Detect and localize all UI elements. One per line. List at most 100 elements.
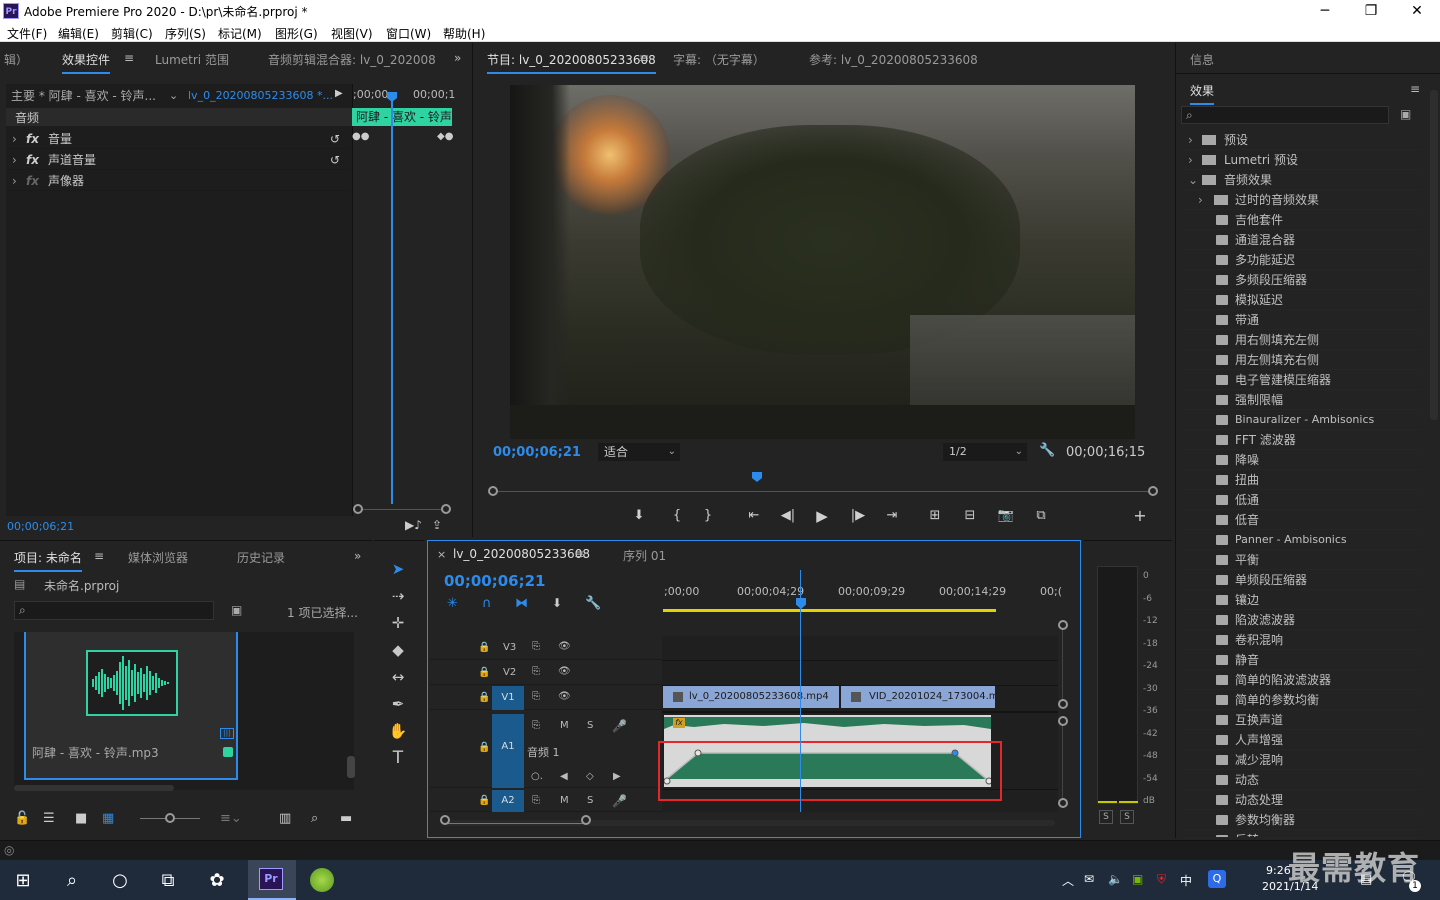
wechat-tray-icon[interactable]: ✉ <box>1084 872 1094 886</box>
track-label[interactable]: A1 <box>492 714 524 788</box>
effect-item[interactable]: 动态 <box>1182 770 1420 790</box>
tab-captions[interactable]: 字幕: （无字幕） <box>673 51 765 68</box>
qq-tray-icon[interactable]: Q <box>1208 870 1226 888</box>
effect-item[interactable]: 电子管建模压缩器 <box>1182 370 1420 390</box>
vscroll-handle[interactable] <box>1058 620 1068 630</box>
tab-lumetri-scopes[interactable]: Lumetri 范围 <box>155 51 229 68</box>
ec-zoom-handle-left[interactable] <box>353 504 363 514</box>
tab-media-browser[interactable]: 媒体浏览器 <box>128 549 188 566</box>
icon-view-icon[interactable]: ■ <box>75 811 87 826</box>
nest-icon[interactable]: ✳ <box>447 596 458 611</box>
project-item-card[interactable]: ||| 阿肆 - 喜欢 - 铃声.mp3 <box>24 632 238 780</box>
step-back-icon[interactable]: ◀| <box>777 506 799 526</box>
chevron-down-icon[interactable]: ⌄ <box>169 86 178 106</box>
maximize-button[interactable]: ❐ <box>1348 0 1394 22</box>
minimize-button[interactable]: ─ <box>1302 0 1348 22</box>
effect-item[interactable]: 扭曲 <box>1182 470 1420 490</box>
scrubber-handle-right[interactable] <box>1148 486 1158 496</box>
effect-item[interactable]: 多频段压缩器 <box>1182 270 1420 290</box>
compare-view-icon[interactable]: ⧉ <box>1030 506 1052 526</box>
effect-item[interactable]: 带通 <box>1182 310 1420 330</box>
effect-row-panner[interactable]: › fx 声像器 <box>8 171 348 191</box>
mark-in-icon[interactable]: { <box>666 506 688 526</box>
vscroll-handle[interactable] <box>1058 699 1068 709</box>
effect-item[interactable]: 多功能延迟 <box>1182 250 1420 270</box>
effect-item[interactable]: FFT 滤波器 <box>1182 430 1420 450</box>
new-bin-icon[interactable]: ▬ <box>340 811 352 826</box>
ec-timecode[interactable]: 00;00;06;21 <box>7 520 74 533</box>
effect-item[interactable]: 低通 <box>1182 490 1420 510</box>
snap-icon[interactable]: ∩ <box>482 596 492 611</box>
fx-badge-icon[interactable]: fx <box>673 718 685 728</box>
new-bin-icon[interactable]: ▣ <box>1400 107 1411 121</box>
keyframe-nav-icon[interactable]: ◆● <box>437 131 453 142</box>
wrench-icon[interactable]: 🔧 <box>1039 443 1055 458</box>
tray-expand-icon[interactable]: ︿ <box>1062 872 1074 889</box>
eye-icon[interactable]: 👁 <box>558 691 571 702</box>
sync-lock-icon[interactable]: ⎘ <box>532 641 540 652</box>
effects-tree-presets[interactable]: › 预设 <box>1182 130 1420 150</box>
work-area-bar[interactable] <box>663 609 996 612</box>
panel-menu-icon[interactable]: ≡ <box>1410 82 1420 96</box>
automate-icon[interactable]: ▥ <box>279 811 291 826</box>
hscroll-thumb[interactable] <box>445 823 585 824</box>
lift-icon[interactable]: ⊞ <box>924 506 946 526</box>
show-desktop-icon[interactable]: ▤ <box>1360 872 1372 887</box>
effect-item[interactable]: 反转 <box>1182 830 1420 838</box>
mute-button[interactable]: M <box>560 795 569 806</box>
clock-time[interactable]: 9:26 <box>1266 864 1291 877</box>
project-hscroll[interactable] <box>14 785 174 791</box>
extract-icon[interactable]: ⊟ <box>959 506 981 526</box>
effect-item[interactable]: 静音 <box>1182 650 1420 670</box>
menu-edit[interactable]: 编辑(E) <box>58 25 99 42</box>
menu-graphics[interactable]: 图形(G) <box>275 25 318 42</box>
hscroll-handle[interactable] <box>440 815 450 825</box>
freeform-view-icon[interactable]: ▦ <box>102 811 114 826</box>
sync-lock-icon[interactable]: ⎘ <box>532 666 540 677</box>
eye-icon[interactable]: 👁 <box>558 641 571 652</box>
button-editor-icon[interactable]: + <box>1129 506 1151 526</box>
project-search-input[interactable]: ⌕ <box>14 601 214 620</box>
go-to-in-icon[interactable]: ⇤ <box>743 506 765 526</box>
render-status-icon[interactable]: ◎ <box>4 843 14 857</box>
reset-icon[interactable]: ↺ <box>330 129 340 149</box>
effect-item[interactable]: 吉他套件 <box>1182 210 1420 230</box>
effect-item[interactable]: 平衡 <box>1182 550 1420 570</box>
tab-project[interactable]: 项目: 未命名 <box>14 549 82 572</box>
effects-tree-lumetri[interactable]: › Lumetri 预设 <box>1182 150 1420 170</box>
eye-icon[interactable]: 👁 <box>558 666 571 677</box>
razor-tool-icon[interactable]: ◆ <box>386 638 410 662</box>
effect-item[interactable]: 减少混响 <box>1182 750 1420 770</box>
export-icon[interactable]: ⇪ <box>432 518 442 532</box>
volume-icon[interactable]: 🔈 <box>1108 872 1123 886</box>
tab-sequence-active[interactable]: lv_0_20200805233608 <box>453 547 590 561</box>
lock-icon[interactable]: 🔒 <box>478 742 490 753</box>
menu-sequence[interactable]: 序列(S) <box>165 25 206 42</box>
hand-tool-icon[interactable]: ✋ <box>386 719 410 743</box>
close-tab-icon[interactable]: × <box>437 548 446 561</box>
vscroll-handle[interactable] <box>1058 716 1068 726</box>
add-marker-icon[interactable]: ⬇ <box>628 506 650 526</box>
ripple-edit-tool-icon[interactable]: ✛ <box>386 611 410 635</box>
fx-icon[interactable]: fx <box>26 150 39 170</box>
panel-menu-icon[interactable]: ≡ <box>94 549 104 563</box>
premiere-taskbar-button[interactable]: Pr <box>248 860 296 900</box>
filter-icon[interactable]: ▶♪ <box>405 518 422 532</box>
search-icon[interactable]: ⌕ <box>57 866 87 896</box>
scrubber-handle-left[interactable] <box>488 486 498 496</box>
effect-item[interactable]: 参数均衡器 <box>1182 810 1420 830</box>
effect-item[interactable]: Binauralizer - Ambisonics <box>1182 410 1420 430</box>
menu-help[interactable]: 帮助(H) <box>443 25 485 42</box>
ime-indicator[interactable]: 中 <box>1180 872 1192 889</box>
effect-row-volume[interactable]: › fx 音量 ↺ <box>8 129 348 149</box>
tab-audio-clip-mixer[interactable]: 音频剪辑混合器: lv_0_202008 <box>268 51 436 68</box>
menu-clip[interactable]: 剪辑(C) <box>111 25 153 42</box>
zoom-slider-handle[interactable] <box>165 813 175 823</box>
tab-history[interactable]: 历史记录 <box>237 549 285 566</box>
timeline-playhead[interactable] <box>800 570 801 812</box>
track-label[interactable]: V3 <box>503 642 516 653</box>
collapse-timeline-icon[interactable]: ▶ <box>335 88 343 99</box>
ec-clip-chip[interactable]: 阿肆 - 喜欢 - 铃声 <box>352 108 452 126</box>
prev-keyframe-icon[interactable]: ◀ <box>560 771 568 782</box>
ec-playhead[interactable] <box>391 92 393 504</box>
